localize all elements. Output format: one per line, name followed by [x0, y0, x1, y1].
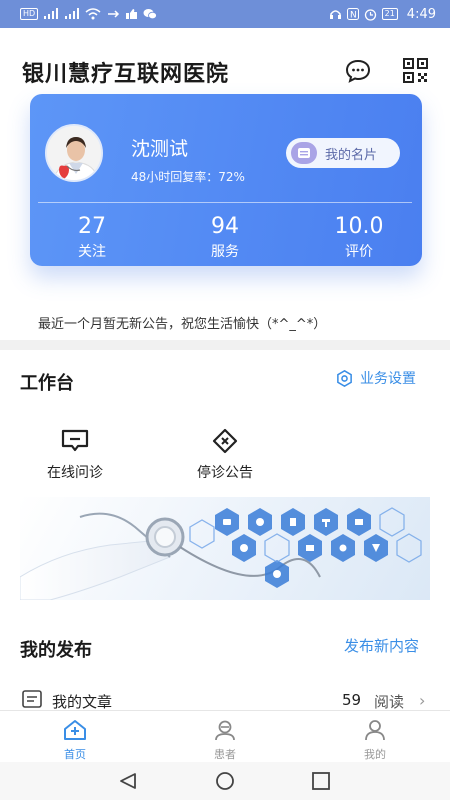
publish-title: 我的发布 — [20, 640, 92, 661]
card-divider — [38, 202, 412, 203]
reply-rate: 48小时回复率：72% — [131, 170, 245, 184]
article-icon — [22, 690, 42, 708]
status-bar: HD N 21 4:49 — [0, 0, 450, 28]
system-nav-bar — [0, 762, 450, 800]
business-settings-label: 业务设置 — [360, 371, 416, 387]
cancel-diamond-icon — [212, 428, 238, 454]
chat-box-icon — [61, 429, 89, 452]
medical-banner[interactable] — [20, 497, 430, 600]
bottom-nav: 首页 患者 我的 — [0, 710, 450, 762]
page-title: 银川慧疗互联网医院 — [22, 62, 230, 87]
tab-label: 患者 — [214, 748, 236, 761]
chevron-right-icon: › — [419, 691, 426, 710]
notice-text: 最近一个月暂无新公告，祝您生活愉快（*^_^*） — [38, 317, 327, 332]
tab-home[interactable]: 首页 — [35, 719, 115, 762]
stat-label: 关注 — [78, 244, 106, 260]
online-consult-label: 在线问诊 — [47, 465, 103, 481]
card-icon — [291, 142, 317, 164]
stat-rating[interactable]: 10.0 评价 — [304, 215, 414, 261]
patients-icon — [215, 720, 235, 741]
headset-icon — [329, 10, 341, 19]
stat-label: 服务 — [211, 244, 239, 260]
doctor-avatar-image — [47, 126, 101, 180]
my-card-label: 我的名片 — [325, 147, 378, 163]
workbench-title: 工作台 — [20, 373, 74, 394]
stat-label: 评价 — [345, 244, 373, 260]
tab-patients[interactable]: 患者 — [185, 719, 265, 762]
gear-icon — [337, 369, 352, 387]
back-triangle-icon[interactable] — [117, 771, 139, 791]
tab-mine[interactable]: 我的 — [335, 719, 415, 762]
my-card-button[interactable]: 我的名片 — [286, 138, 400, 168]
article-count: 59 — [342, 691, 362, 709]
battery-icon: 21 — [381, 8, 398, 20]
recent-apps-icon[interactable] — [310, 771, 332, 791]
person-icon — [365, 720, 385, 741]
section-divider — [0, 340, 450, 350]
home-circle-icon[interactable] — [214, 771, 236, 791]
qr-code-icon[interactable] — [402, 58, 430, 84]
clock: 4:49 — [406, 6, 436, 22]
stat-value: 94 — [211, 214, 239, 239]
tab-label: 首页 — [64, 748, 86, 761]
nfc-icon: N — [346, 8, 359, 21]
hd-icon: HD — [20, 8, 39, 20]
list-item[interactable]: 我的文章 59 阅读 › — [0, 686, 450, 712]
business-settings-link[interactable]: 业务设置 — [336, 368, 416, 388]
usb-icon — [108, 10, 120, 18]
online-consult-button[interactable]: 在线问诊 — [25, 428, 125, 482]
status-right: N 21 4:49 — [329, 7, 436, 22]
profile-card[interactable]: 沈测试 48小时回复率：72% 我的名片 27 关注 94 服务 10.0 评价 — [30, 94, 422, 266]
publish-new-link[interactable]: 发布新内容 — [344, 635, 419, 656]
avatar[interactable] — [45, 124, 103, 182]
stop-notice-button[interactable]: 停诊公告 — [175, 428, 275, 482]
stat-value: 27 — [78, 214, 106, 239]
status-left: HD — [20, 8, 158, 20]
article-unit: 阅读 — [374, 693, 405, 711]
thumbs-up-icon — [126, 9, 138, 19]
stat-service[interactable]: 94 服务 — [170, 215, 280, 261]
wifi-icon — [85, 8, 101, 20]
svg-text:N: N — [350, 11, 357, 21]
stat-value: 10.0 — [334, 214, 384, 239]
tab-label: 我的 — [364, 748, 386, 761]
stat-follow[interactable]: 27 关注 — [37, 215, 147, 261]
signal-4g-icon — [44, 8, 59, 19]
stop-notice-label: 停诊公告 — [197, 465, 253, 481]
article-label: 我的文章 — [52, 693, 113, 711]
wechat-icon — [143, 9, 158, 20]
signal-4g-icon — [65, 8, 80, 19]
doctor-name: 沈测试 — [131, 138, 189, 160]
chat-bubble-icon[interactable] — [344, 58, 372, 84]
home-plus-icon — [64, 720, 86, 740]
medical-banner-image — [20, 507, 422, 600]
alarm-icon — [364, 8, 376, 21]
